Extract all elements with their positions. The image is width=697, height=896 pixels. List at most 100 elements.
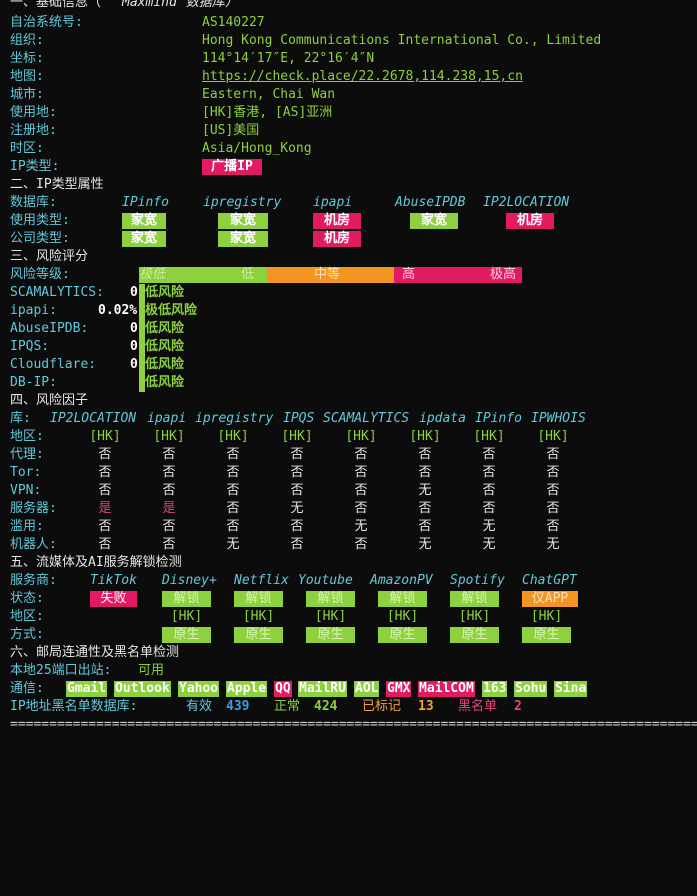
section-title: 六、邮局连通性及黑名单检测: [10, 645, 180, 660]
normal-label: 正常: [274, 699, 301, 714]
status-badge-unlock: 解锁: [234, 591, 283, 607]
factor-value: 否: [98, 465, 112, 480]
mail-provider-badge: Outlook: [114, 681, 171, 697]
region-value: [HK]: [530, 609, 563, 624]
method-label: 方式:: [10, 627, 44, 642]
risk-scale-label: 极低: [139, 267, 166, 282]
factor-value: 否: [546, 483, 560, 498]
factor-label: 机器人:: [10, 537, 57, 552]
method-badge: 原生: [306, 627, 355, 643]
section-title: 五、流媒体及AI服务解锁检测: [10, 555, 182, 570]
mail-provider-badge: Gmail: [66, 681, 108, 697]
method-badge: 原生: [378, 627, 427, 643]
factor-label: VPN:: [10, 483, 42, 498]
blacklist-count: 2: [514, 699, 522, 714]
basic-value: Eastern, Chai Wan: [202, 87, 336, 102]
map-link[interactable]: https://check.place/22.2678,114.238,15,c…: [202, 68, 523, 86]
factor-value: 否: [226, 483, 240, 498]
usage-label: 使用类型:: [10, 213, 70, 228]
factor-value: 否: [546, 447, 560, 462]
factor-value: 无: [546, 537, 560, 552]
factor-value: 否: [226, 465, 240, 480]
separator: ========================================…: [10, 717, 697, 732]
factor-value: 否: [290, 447, 304, 462]
risk-level: 低风险: [145, 375, 185, 390]
risk-row-abuseipdb: AbuseIPDB: 0 低风险: [0, 320, 184, 338]
method-badge: 原生: [450, 627, 499, 643]
risk-db-label: SCAMALYTICS:: [10, 285, 104, 300]
risk-level: 低风险: [145, 285, 185, 300]
basic-value: [HK]香港, [AS]亚洲: [202, 105, 333, 120]
section-streaming-title: 五、流媒体及AI服务解锁检测: [0, 554, 182, 572]
section-factors-title: 四、风险因子: [0, 392, 88, 410]
factor-value: 否: [546, 519, 560, 534]
method-badge: 原生: [522, 627, 571, 643]
section-mail-title: 六、邮局连通性及黑名单检测: [0, 644, 179, 662]
factor-value: 否: [354, 501, 368, 516]
terminal-output: 一、基础信息（ Maxmind 数据库） 自治系统号: AS140227 组织:…: [0, 0, 697, 735]
risk-scale-label: 极高: [490, 267, 517, 282]
region-label: 地区:: [10, 609, 44, 624]
iptype-badge: 广播IP: [202, 159, 262, 175]
section-risk-title: 三、风险评分: [0, 248, 88, 266]
factor-value: [HK]: [153, 429, 185, 444]
provider-name: AmazonPV: [370, 573, 433, 588]
status-label: 状态:: [10, 591, 44, 606]
factor-value: [HK]: [473, 429, 505, 444]
factor-value: 是: [162, 501, 176, 516]
basic-value: [US]美国: [202, 123, 260, 138]
separator-line: ========================================…: [0, 716, 697, 734]
basic-row-usage-region: 使用地: [HK]香港, [AS]亚洲: [0, 104, 332, 122]
risk-scale-row: 风险等级: 极低 低 中等 高 极高: [0, 266, 522, 284]
factor-value: 否: [418, 501, 432, 516]
factor-value: 否: [162, 447, 176, 462]
streaming-provider-row: 服务商: TikTok Disney+ Netflix Youtube Amaz…: [0, 572, 577, 590]
basic-row-timezone: 时区: Asia/Hong_Kong: [0, 140, 312, 158]
risk-db-label: ipapi:: [10, 303, 57, 318]
factor-value: 无: [418, 537, 432, 552]
port25-value: 可用: [138, 663, 165, 678]
mail-blacklist-row: IP地址黑名单数据库: 有效 439 正常 424 已标记 13 黑名单 2: [0, 698, 522, 716]
mail-conn-row: 通信: Gmail Outlook Yahoo Apple QQ MailRU AOL GMX…: [0, 680, 588, 698]
basic-value: AS140227: [202, 15, 265, 30]
factor-value: 否: [354, 483, 368, 498]
company-badge: 家宽: [122, 231, 166, 247]
mail-port25-row: 本地25端口出站: 可用: [0, 662, 164, 680]
factor-value: 无: [226, 537, 240, 552]
mail-provider-badge: Apple: [226, 681, 268, 697]
lib-name: ipdata: [419, 411, 466, 426]
basic-label: 坐标:: [10, 51, 44, 66]
factor-value: 否: [354, 447, 368, 462]
marked-label: 已标记: [362, 699, 402, 714]
iptype-db-row: 数据库: IPinfo ipregistry ipapi AbuseIPDB I…: [0, 194, 569, 212]
region-value: [HK]: [458, 609, 491, 624]
lib-name: IPWHOIS: [531, 411, 586, 426]
risk-row-cloudflare: Cloudflare: 0 低风险: [0, 356, 184, 374]
conn-label: 通信:: [10, 681, 44, 696]
basic-label: 注册地:: [10, 123, 57, 138]
provider-name: TikTok: [90, 573, 137, 588]
mail-provider-badge: Yahoo: [178, 681, 220, 697]
company-label: 公司类型:: [10, 231, 70, 246]
db-name: IP2LOCATION: [483, 195, 570, 210]
risk-scale-label: 中等: [314, 267, 341, 282]
mail-provider-badge: AOL: [354, 681, 380, 697]
basic-value: Asia/Hong_Kong: [202, 141, 312, 156]
risk-level: 极低风险: [145, 303, 198, 318]
usage-badge: 家宽: [410, 213, 458, 229]
db-name: ipregistry: [203, 195, 282, 210]
factor-value: 否: [162, 537, 176, 552]
factor-value: 是: [98, 501, 112, 516]
usage-badge: 机房: [506, 213, 554, 229]
factor-value: 否: [546, 501, 560, 516]
risk-scale-label: 低: [241, 267, 255, 282]
basic-label: 组织:: [10, 33, 44, 48]
mail-provider-badge: Sohu: [514, 681, 548, 697]
status-badge-app-only: 仅APP: [522, 591, 578, 607]
basic-row-iptype: IP类型: 广播IP: [0, 158, 262, 176]
blacklist-count-label: 黑名单: [458, 699, 498, 714]
factor-value: [HK]: [281, 429, 313, 444]
region-value: [HK]: [314, 609, 347, 624]
section-basic-title: 一、基础信息（ Maxmind 数据库）: [0, 0, 238, 12]
provider-label: 服务商:: [10, 573, 57, 588]
